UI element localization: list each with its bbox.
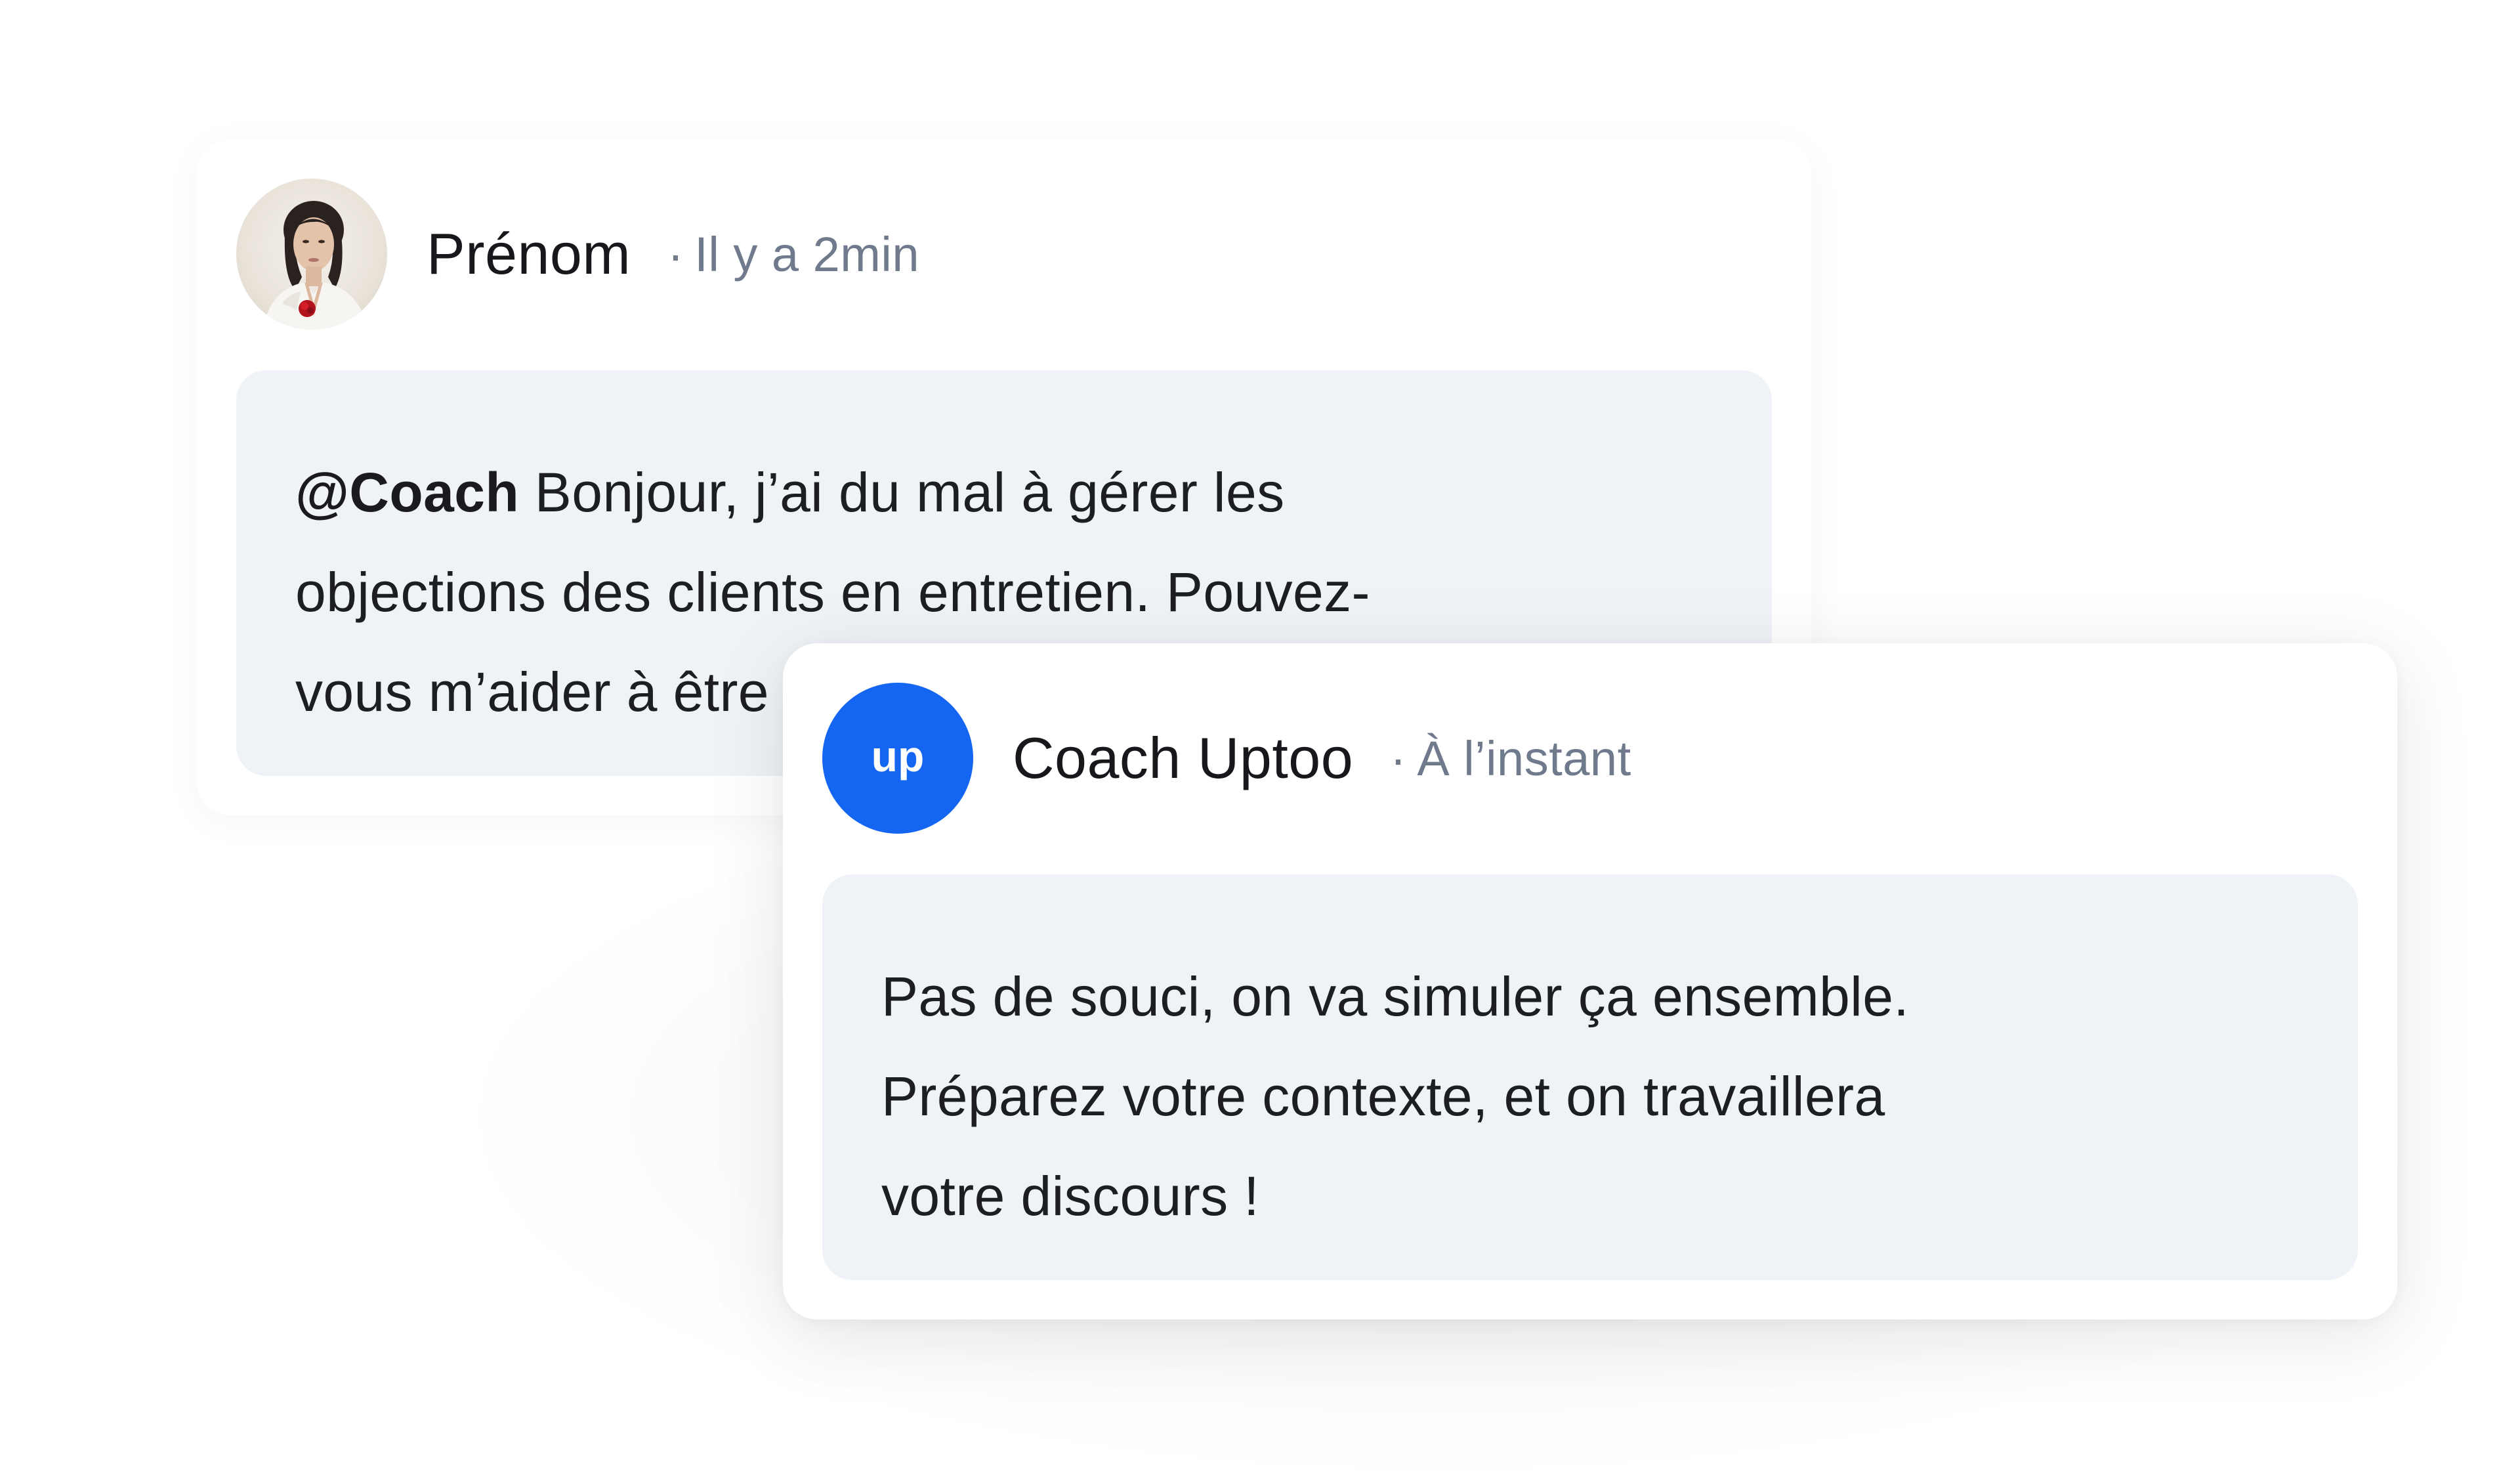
uptoo-logo-text: up [872,732,925,781]
coach-message-card: up Coach Uptoo · À l’instant Pas de souci… [783,643,2397,1319]
user-message-line: @Coach Bonjour, j’ai du mal à gérer les [295,442,1713,542]
timestamp-separator: · [1390,731,1407,786]
coach-avatar[interactable]: up [822,683,973,834]
user-avatar[interactable] [236,179,387,330]
user-message-line: objections des clients en entretien. Pou… [295,561,1370,623]
user-message-header: Prénom · Il y a 2min [236,179,919,330]
coach-message-line: Pas de souci, on va simuler ça ensemble. [881,966,1910,1027]
coach-message-line: votre discours ! [881,1165,1259,1227]
coach-message-line: Préparez votre contexte, et on travaille… [881,1065,1885,1127]
woman-portrait-icon [262,201,368,330]
coach-author-name[interactable]: Coach Uptoo [1013,725,1353,792]
coach-message-bubble: Pas de souci, on va simuler ça ensemble.… [822,874,2358,1280]
coach-message-timestamp: · À l’instant [1390,731,1631,786]
coach-mention[interactable]: @Coach [295,461,519,523]
coach-message-header: up Coach Uptoo · À l’instant [822,683,1631,834]
user-message-line-text: Bonjour, j’ai du mal à gérer les [519,461,1285,523]
timestamp-separator: · [667,226,684,282]
uptoo-logo-icon: up [872,732,925,781]
user-timestamp-text: Il y a 2min [694,226,920,282]
coach-timestamp-text: À l’instant [1417,731,1631,786]
user-message-timestamp: · Il y a 2min [667,226,919,282]
user-author-name[interactable]: Prénom [427,221,631,288]
